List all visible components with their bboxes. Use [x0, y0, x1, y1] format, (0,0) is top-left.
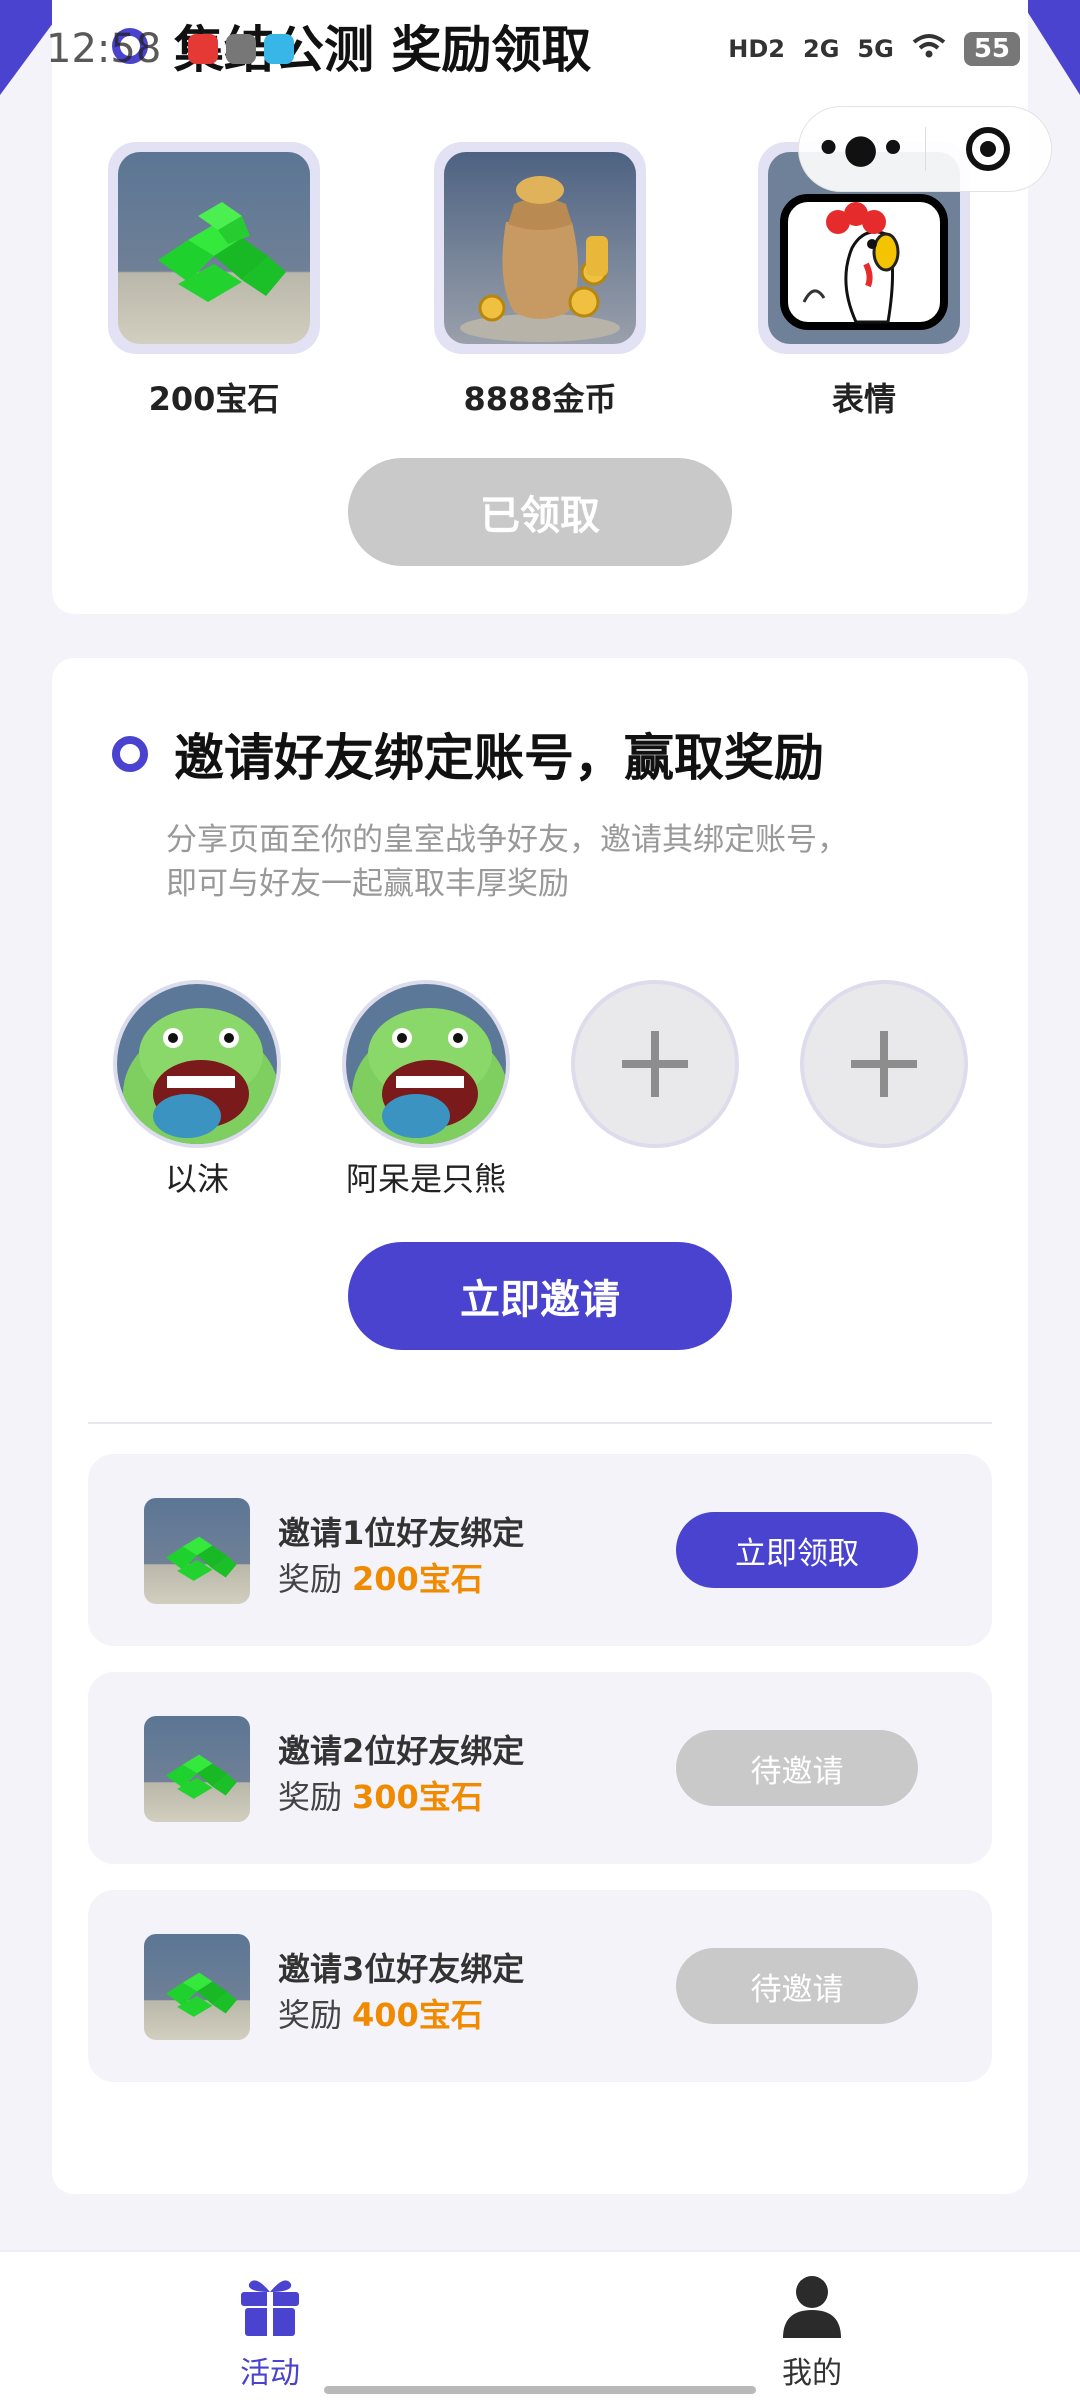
bottom-nav: 活动 我的 — [0, 2250, 1080, 2400]
status-time: 12:58 — [46, 26, 162, 72]
wifi-icon — [912, 33, 946, 65]
hd-signal-icon: HD2 — [728, 35, 785, 63]
close-miniprogram-button[interactable] — [926, 127, 1052, 171]
task-title: 邀请3位好友绑定 — [278, 1950, 525, 1988]
close-target-icon — [966, 127, 1011, 171]
notification-app-icon — [264, 34, 294, 64]
invite-now-button[interactable]: 立即邀请 — [348, 1242, 732, 1350]
gem-icon — [144, 1498, 250, 1604]
pending-invite-button[interactable]: 待邀请 — [676, 1730, 918, 1806]
home-indicator — [324, 2386, 756, 2394]
claim-now-button[interactable]: 立即领取 — [676, 1512, 918, 1588]
friend-name: 以沫 — [164, 1160, 229, 1198]
ring-bullet-icon — [112, 736, 148, 772]
coin-bag-icon — [444, 152, 636, 344]
reward-amount: 400宝石 — [352, 1996, 483, 2034]
notification-app-icon — [226, 34, 256, 64]
reward-amount: 300宝石 — [352, 1778, 483, 1816]
task-reward: 奖励 200宝石 — [278, 1560, 483, 1598]
notification-icons — [188, 34, 294, 64]
netease-music-icon — [188, 34, 218, 64]
task-reward: 奖励 300宝石 — [278, 1778, 483, 1816]
task-row-1: 邀请1位好友绑定 奖励 200宝石 立即领取 — [88, 1454, 992, 1646]
battery-icon: 55 — [963, 32, 1020, 66]
reward-label: 8888金币 — [463, 380, 617, 418]
claimed-button[interactable]: 已领取 — [348, 458, 732, 566]
friend-slot-1: 以沫 — [112, 980, 282, 1200]
invite-card: 邀请好友绑定账号，赢取奖励 分享页面至你的皇室战争好友，邀请其绑定账号， 即可与… — [52, 658, 1028, 2194]
friend-slot-4-empty[interactable] — [799, 980, 969, 1148]
task-reward: 奖励 400宝石 — [278, 1996, 483, 2034]
add-friend-button[interactable] — [800, 980, 968, 1148]
reward-item-gems: 200宝石 — [108, 142, 320, 420]
avatar — [342, 980, 510, 1148]
invite-description: 分享页面至你的皇室战争好友，邀请其绑定账号， 即可与好友一起赢取丰厚奖励 — [166, 822, 848, 902]
gem-icon — [144, 1716, 250, 1822]
gem-icon — [118, 152, 310, 344]
nav-item-mine[interactable]: 我的 — [732, 2270, 892, 2392]
add-friend-button[interactable] — [571, 980, 739, 1148]
gift-icon — [241, 2280, 299, 2336]
gem-icon — [144, 1934, 250, 2040]
avatar — [113, 980, 281, 1148]
reward-label: 200宝石 — [148, 380, 280, 418]
status-bar: 12:58 HD2 2G 5G 55 — [0, 0, 1080, 100]
friend-name: 阿呆是只熊 — [345, 1160, 506, 1198]
divider — [88, 1422, 992, 1424]
task-title: 邀请1位好友绑定 — [278, 1514, 525, 1552]
task-row-3: 邀请3位好友绑定 奖励 400宝石 待邀请 — [88, 1890, 992, 2082]
plus-icon — [851, 1031, 917, 1097]
invite-title: 邀请好友绑定账号，赢取奖励 — [174, 729, 824, 787]
nav-label: 我的 — [782, 2356, 842, 2391]
friend-slot-3-empty[interactable] — [570, 980, 740, 1148]
nav-item-activity[interactable]: 活动 — [190, 2270, 350, 2392]
friend-slot-2: 阿呆是只熊 — [341, 980, 511, 1200]
task-title: 邀请2位好友绑定 — [278, 1732, 525, 1770]
reward-item-coins: 8888金币 — [434, 142, 646, 420]
reward-label: 表情 — [831, 380, 896, 418]
more-options-icon[interactable]: •●• — [799, 126, 925, 172]
invite-header: 邀请好友绑定账号，赢取奖励 — [112, 718, 824, 790]
reward-amount: 200宝石 — [352, 1560, 483, 1598]
plus-icon — [622, 1031, 688, 1097]
mini-program-capsule: •●• — [798, 106, 1052, 192]
status-icons: HD2 2G 5G 55 — [728, 32, 1020, 66]
pending-invite-button[interactable]: 待邀请 — [676, 1948, 918, 2024]
user-icon — [783, 2276, 841, 2338]
signal-2g-icon: 2G — [803, 35, 840, 63]
signal-5g-icon: 5G — [857, 35, 894, 63]
task-row-2: 邀请2位好友绑定 奖励 300宝石 待邀请 — [88, 1672, 992, 1864]
